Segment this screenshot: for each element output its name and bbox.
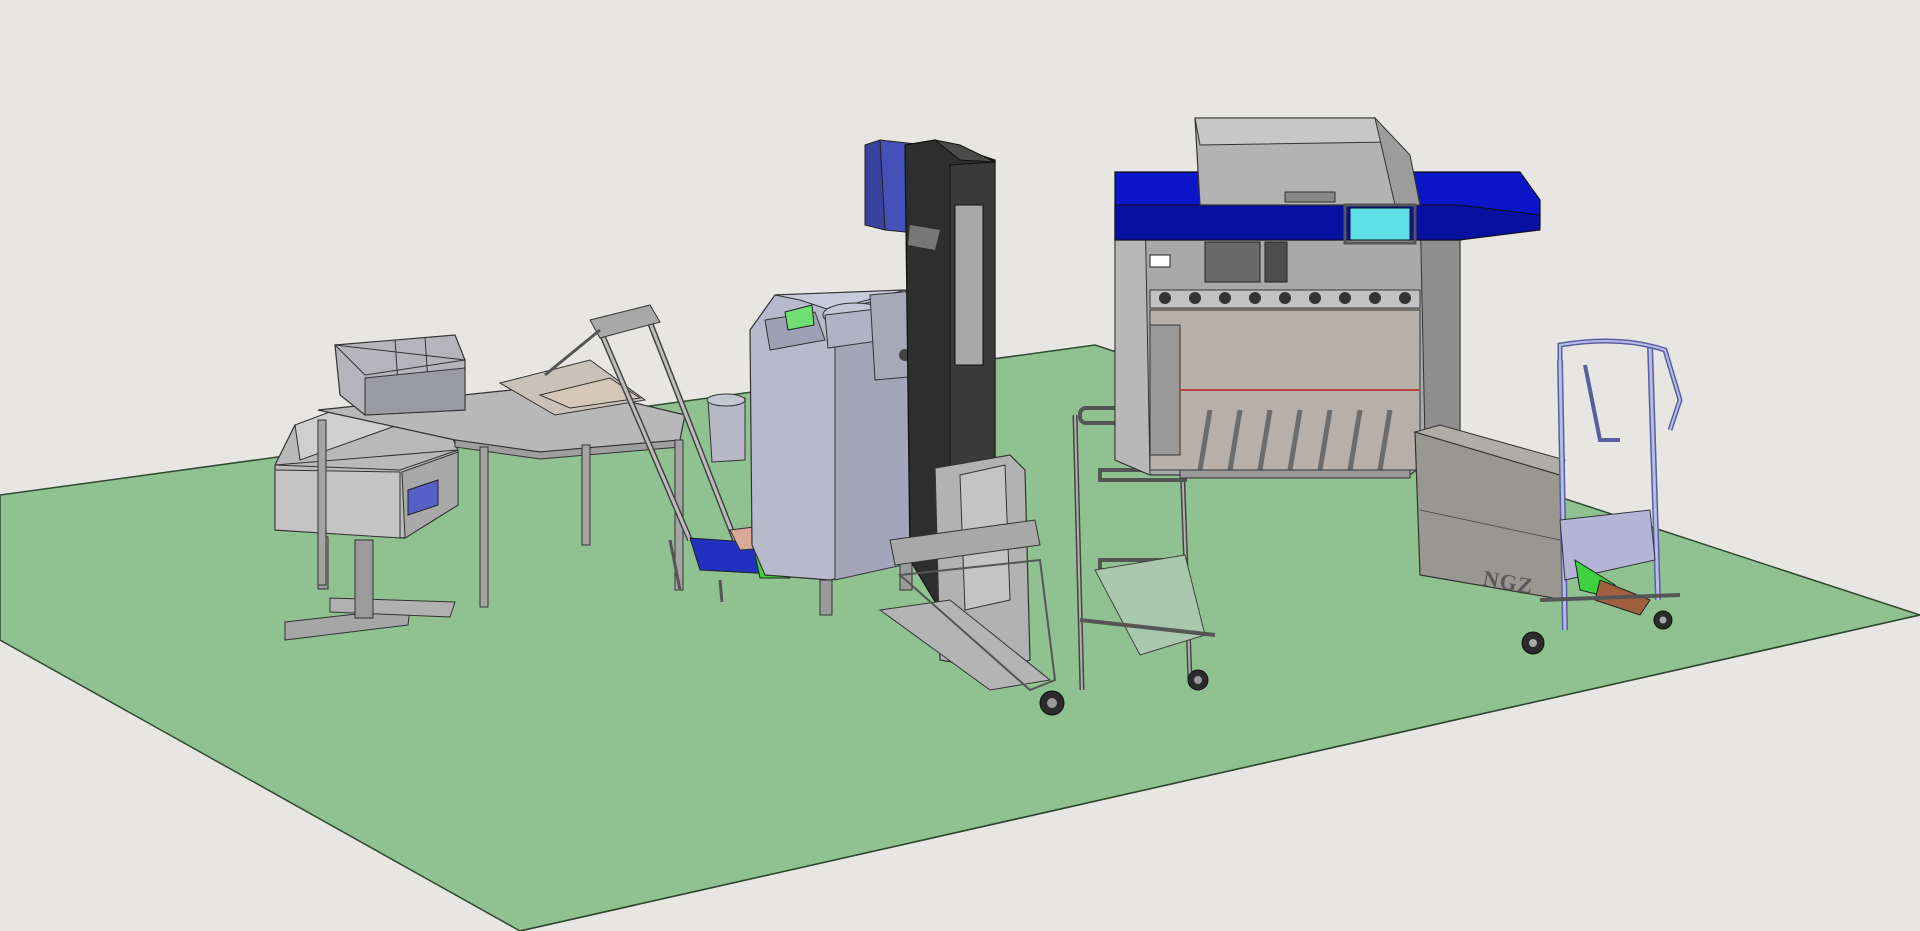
- slicer-screen: [1349, 207, 1411, 241]
- cad-viewport[interactable]: NGZ: [0, 0, 1920, 931]
- elevator-window: [954, 204, 984, 366]
